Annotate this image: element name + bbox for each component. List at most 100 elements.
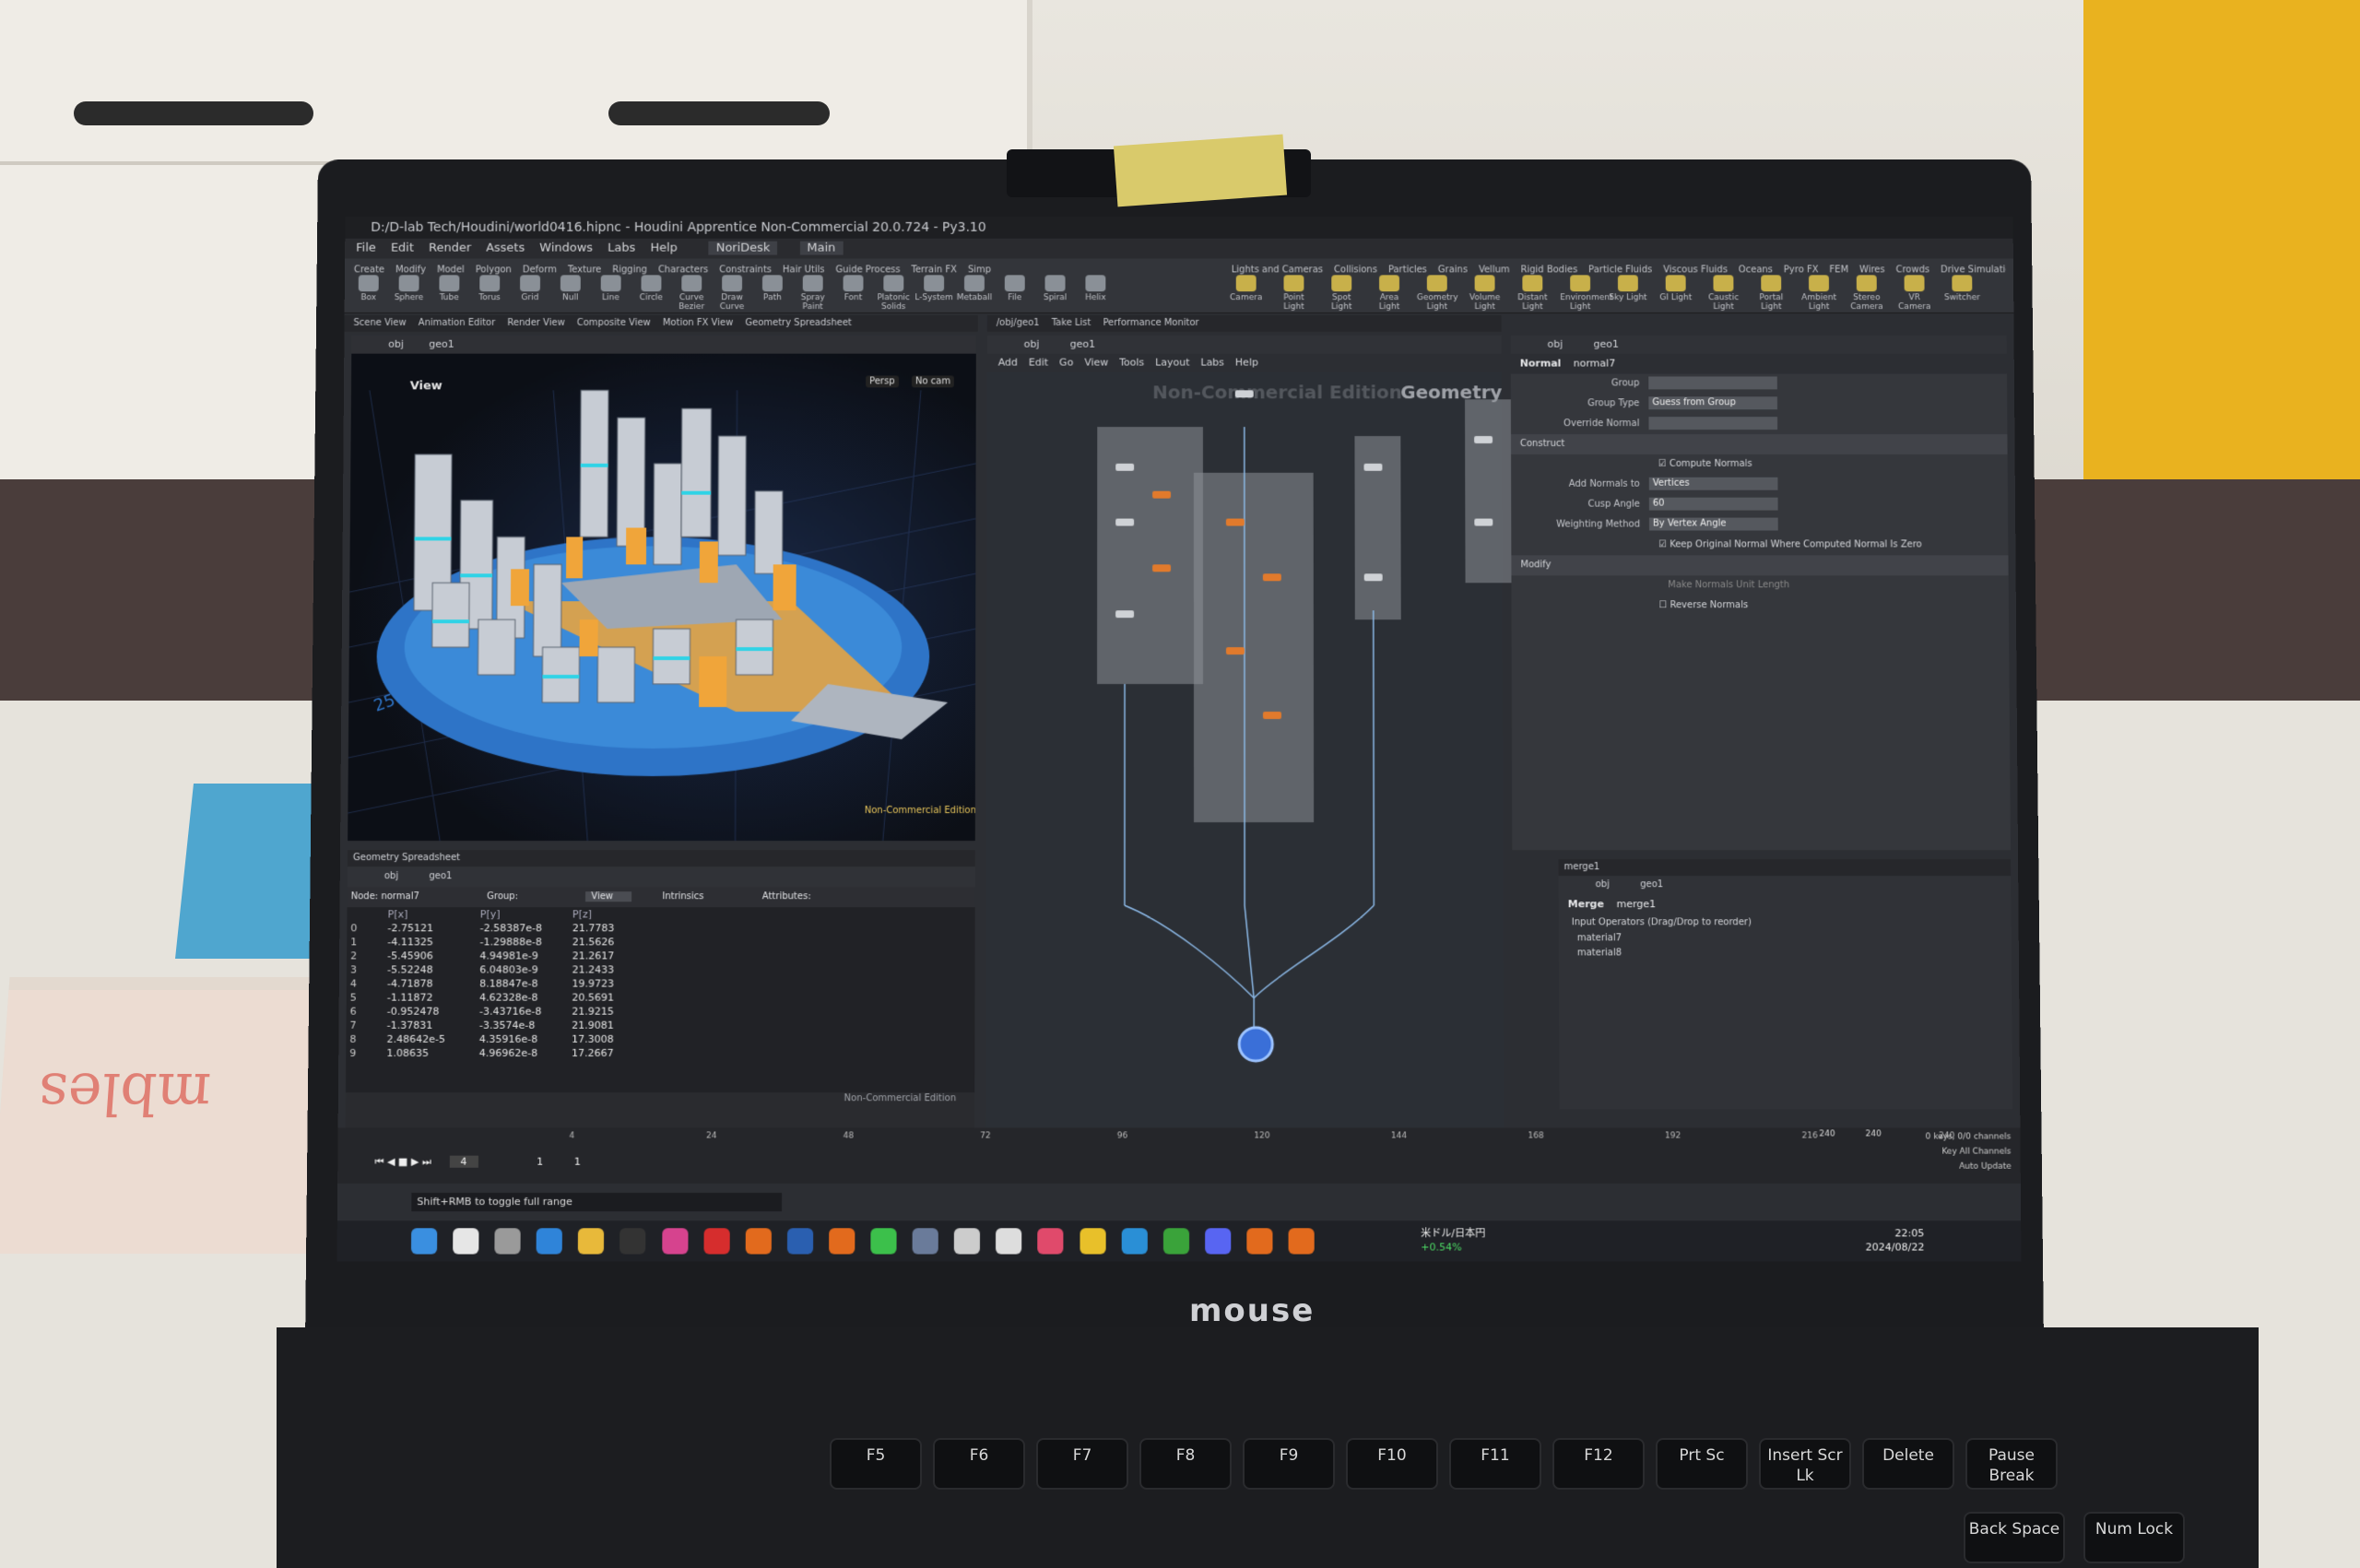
tab-obj-geo1[interactable]: /obj/geo1 [997,318,1040,328]
shelf-tool-8[interactable]: Curve Bezier [671,275,712,312]
menu-windows[interactable]: Windows [539,242,593,255]
table-row[interactable]: 8 2.48642e-5 4.35916e-8 17.3008 [349,1032,974,1046]
table-row[interactable]: 6 -0.952478 -3.43716e-8 21.9215 [350,1005,975,1019]
menu-assets[interactable]: Assets [486,242,525,255]
lightroom-icon[interactable] [786,1228,814,1255]
pen-icon[interactable] [954,1228,981,1255]
column-header[interactable]: P[y] [480,907,572,921]
shelf-tool-18[interactable]: Helix [1075,275,1115,302]
make-unit-toggle[interactable]: Make Normals Unit Length [1511,575,2008,595]
merge-tab[interactable]: merge1 [1558,859,2012,877]
network-node[interactable] [1115,610,1135,619]
shelf-tool-10[interactable]: Path [752,275,793,302]
table-row[interactable]: 5 -1.11872 4.62328e-8 20.5691 [350,991,975,1005]
windows-start-icon[interactable] [410,1228,438,1255]
frame-field[interactable]: 4 [449,1155,478,1168]
shelf-tool-right-13[interactable]: Stereo Camera [1847,275,1887,312]
tab-scene-view[interactable]: Scene View [353,318,406,328]
keyboard-key[interactable]: F6 [933,1438,1025,1490]
network-editor[interactable]: obj geo1 Add Edit Go View Tools Layout Labs Hel… [985,335,1521,1128]
xbox-icon[interactable] [1162,1228,1189,1255]
range-end-field-2[interactable]: 240 [1866,1129,1882,1138]
shelf-tool-right-4[interactable]: Geometry Light [1417,275,1458,312]
param-field[interactable]: Guess from Group [1648,396,1777,410]
shelf-tool-right-3[interactable]: Area Light [1369,275,1410,312]
merge-input-item[interactable]: material7 [1559,931,2012,946]
section-construct[interactable]: Construct [1510,434,2008,454]
network-node[interactable] [1152,564,1172,572]
menu-labs[interactable]: Labs [608,242,635,255]
menu-edit[interactable]: Edit [391,242,414,255]
shelf-tool-right-11[interactable]: Portal Light [1751,275,1791,312]
network-node[interactable] [1363,463,1383,471]
compute-normals-toggle[interactable]: ☑ Compute Normals [1511,454,2008,475]
edge-browser-icon[interactable] [536,1228,563,1255]
param-field[interactable]: Vertices [1648,477,1778,490]
shelf-tool-right-7[interactable]: Environment Light [1560,275,1613,312]
stock-widget[interactable]: 米ドル/日本円 +0.54% [1421,1226,1485,1254]
shelf-tool-9[interactable]: Draw Curve [712,275,752,312]
network-node[interactable] [1225,518,1245,526]
shelf-tool-right-9[interactable]: GI Light [1656,275,1696,302]
menu-file[interactable]: File [356,242,376,255]
merge-name-field[interactable]: merge1 [1616,898,1656,910]
key-all-button[interactable]: Key All Channels [1926,1145,2012,1160]
network-node[interactable] [1474,518,1493,526]
tab-geometry-spreadsheet[interactable]: Geometry Spreadsheet [745,318,852,328]
params-path-obj[interactable]: obj [1547,338,1563,350]
range-end-field[interactable]: 240 [1819,1129,1835,1138]
ss-path-geo[interactable]: geo1 [429,871,452,881]
acrobat-icon[interactable] [703,1228,730,1255]
tab-motion-fx-view[interactable]: Motion FX View [663,318,733,328]
path-geo[interactable]: geo1 [429,338,454,350]
menu-render[interactable]: Render [429,242,471,255]
shelf-tool-right-10[interactable]: Caustic Light [1704,275,1744,312]
keyboard-key[interactable]: F12 [1552,1438,1645,1490]
merge-path-obj[interactable]: obj [1596,879,1610,890]
task-view-icon[interactable] [494,1228,521,1255]
network-node[interactable] [1115,518,1135,526]
typora-icon[interactable] [996,1228,1022,1255]
network-node[interactable] [1115,463,1135,471]
tab-performance-monitor[interactable]: Performance Monitor [1103,318,1198,328]
table-row[interactable]: 3 -5.52248 6.04803e-9 21.2433 [350,962,975,976]
shelf-tool-right-2[interactable]: Spot Light [1321,275,1362,312]
end-frame-field[interactable]: 1 [574,1156,581,1168]
keyboard-key[interactable]: Pause Break [1965,1438,2058,1490]
keyboard-key[interactable]: F11 [1449,1438,1541,1490]
ss-view-menu[interactable]: View [585,891,632,902]
merge-input-item[interactable]: material8 [1559,946,2012,961]
tab-animation-editor[interactable]: Animation Editor [419,318,496,328]
scene-viewport[interactable]: obj geo1 View Persp No cam 25 Non-Commer… [348,335,976,841]
shelf-tool-12[interactable]: Font [833,275,874,302]
shelf-tool-17[interactable]: Spiral [1035,275,1076,302]
keyboard-key[interactable]: F8 [1139,1438,1232,1490]
merge-path-geo[interactable]: geo1 [1640,879,1663,890]
network-node[interactable] [1474,436,1493,443]
rewind-icon[interactable]: ⏮ ◀ ■ ▶ ⏭ [374,1156,431,1168]
keyboard-key[interactable]: Delete [1862,1438,1954,1490]
desk-selector[interactable]: NoriDesk [708,241,778,255]
network-node[interactable] [1225,647,1245,655]
shelf-tool-right-15[interactable]: Switcher [1941,275,1982,302]
network-node[interactable] [1262,712,1281,720]
table-row[interactable]: 1 -4.11325 -1.29888e-8 21.5626 [350,935,974,949]
table-row[interactable]: 2 -5.45906 4.94981e-9 21.2617 [350,949,974,962]
network-node[interactable] [1234,390,1254,398]
column-header[interactable]: P[x] [388,907,480,921]
shelf-tool-right-0[interactable]: Camera [1226,275,1267,302]
keyboard-key[interactable]: F7 [1036,1438,1128,1490]
shelf-tool-14[interactable]: L-System [914,275,954,302]
table-row[interactable]: 9 1.08635 4.96962e-8 17.2667 [349,1046,974,1060]
ss-intrinsics-menu[interactable]: Intrinsics [662,891,703,902]
file-explorer-icon[interactable] [578,1228,605,1255]
menu-help[interactable]: Help [650,242,678,255]
keyboard-key[interactable]: Num Lock [2083,1512,2185,1563]
table-row[interactable]: 7 -1.37831 -3.3574e-8 21.9081 [349,1019,974,1032]
node-name-field[interactable]: normal7 [1574,358,1615,370]
shelf-tool-3[interactable]: Torus [469,275,510,302]
auto-update-button[interactable]: Auto Update [1926,1160,2012,1174]
param-field[interactable] [1648,376,1777,390]
shelf-tool-6[interactable]: Line [591,275,631,302]
houdini-icon-2[interactable] [1246,1228,1273,1255]
